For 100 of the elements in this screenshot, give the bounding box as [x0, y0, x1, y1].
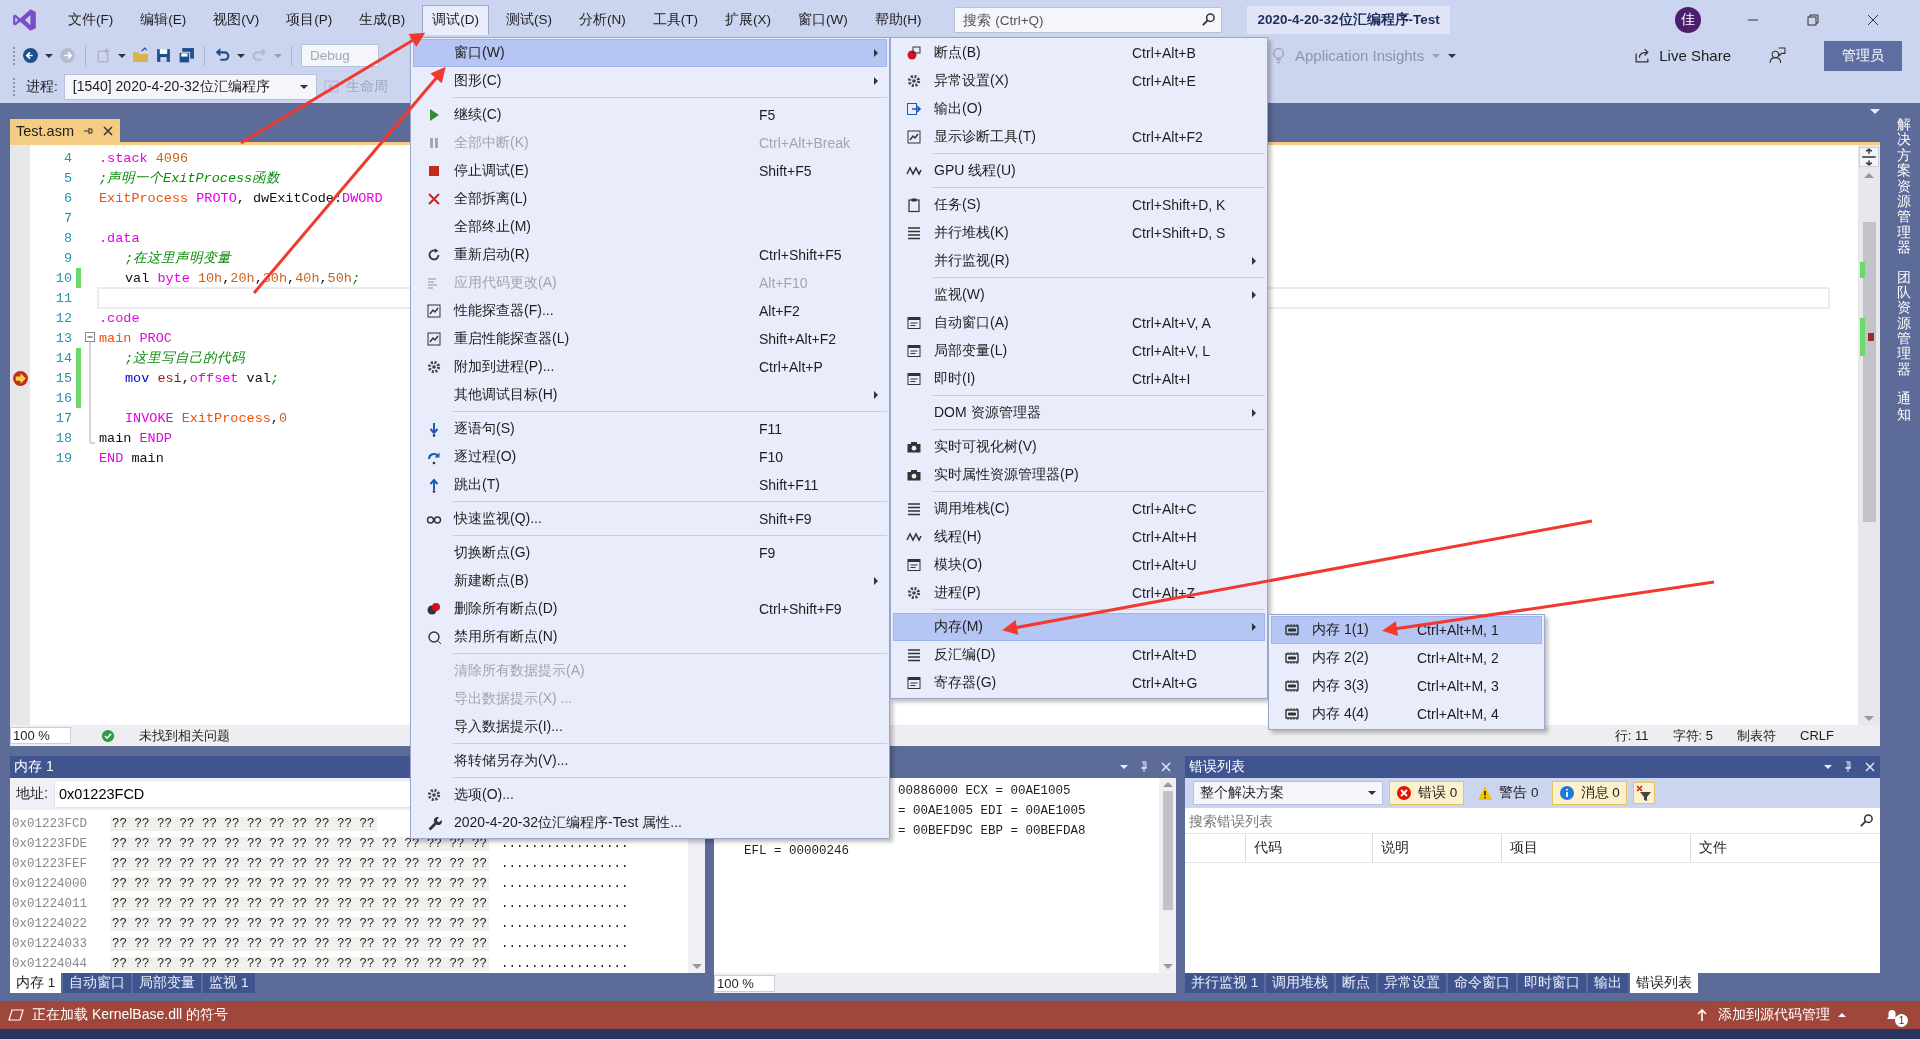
menu-item[interactable]: 2020-4-20-32位汇编程序-Test 属性... [413, 809, 887, 837]
menu-item[interactable]: 即时(I) Ctrl+Alt+I [893, 365, 1265, 393]
feedback-icon[interactable] [1769, 47, 1786, 64]
scope-dropdown[interactable]: 整个解决方案 [1193, 781, 1383, 805]
pin-icon[interactable] [1138, 761, 1150, 773]
filter-toggle[interactable]: 错误 0 [1389, 781, 1465, 805]
menu-item[interactable]: 文件(F) [58, 5, 124, 35]
panel-tab[interactable]: 输出 [1588, 973, 1629, 993]
menu-item[interactable]: 逐语句(S) F11 [413, 415, 887, 443]
side-tab[interactable]: 通知 [1897, 391, 1911, 423]
menu-item[interactable]: 其他调试目标(H) [413, 381, 887, 409]
menu-item[interactable]: 自动窗口(A) Ctrl+Alt+V, A [893, 309, 1265, 337]
menu-item[interactable]: 逐过程(O) F10 [413, 443, 887, 471]
column-header[interactable]: 文件 [1691, 834, 1880, 862]
menu-item[interactable]: 图形(C) [413, 67, 887, 95]
panel-tab[interactable]: 错误列表 [1630, 973, 1699, 993]
menu-item[interactable]: 输出(O) [893, 95, 1265, 123]
menu-item[interactable]: 跳出(T) Shift+F11 [413, 471, 887, 499]
menu-item[interactable]: 附加到进程(P)... Ctrl+Alt+P [413, 353, 887, 381]
back-icon[interactable] [22, 47, 39, 64]
menu-item[interactable]: 扩展(X) [715, 5, 781, 35]
menu-item[interactable]: 寄存器(G) Ctrl+Alt+G [893, 669, 1265, 697]
source-control-button[interactable]: 添加到源代码管理 [1718, 1006, 1830, 1024]
caret-icon[interactable] [118, 53, 126, 58]
filter-toggle[interactable]: 消息 0 [1551, 781, 1627, 805]
menu-item[interactable]: 内存(M) [893, 613, 1265, 641]
panel-tab[interactable]: 断点 [1336, 973, 1377, 993]
menu-item[interactable]: 任务(S) Ctrl+Shift+D, K [893, 191, 1265, 219]
filter-toggle[interactable]: 警告 0 [1470, 781, 1546, 805]
menu-item[interactable]: 工具(T) [642, 5, 708, 35]
split-icon[interactable] [1859, 147, 1879, 167]
panel-tab[interactable]: 命令窗口 [1448, 973, 1517, 993]
menu-item[interactable]: 调试(D) [422, 5, 489, 35]
account-avatar[interactable]: 佳 [1674, 7, 1701, 33]
menu-item[interactable]: 性能探查器(F)... Alt+F2 [413, 297, 887, 325]
menu-item[interactable]: 编辑(E) [130, 5, 197, 35]
menu-item[interactable]: 显示诊断工具(T) Ctrl+Alt+F2 [893, 123, 1265, 151]
menu-item[interactable]: 新建断点(B) [413, 567, 887, 595]
menu-item[interactable]: 异常设置(X) Ctrl+Alt+E [893, 67, 1265, 95]
line-ending[interactable]: CRLF [1800, 728, 1834, 743]
live-share-button[interactable]: Live Share [1659, 47, 1731, 64]
menu-item[interactable]: 测试(S) [496, 5, 562, 35]
menu-item[interactable]: 窗口(W) [413, 39, 887, 67]
panel-tab[interactable]: 内存 1 [10, 973, 62, 993]
menu-item[interactable]: 断点(B) Ctrl+Alt+B [893, 39, 1265, 67]
menu-item[interactable]: 实时属性资源管理器(P) [893, 461, 1265, 489]
menu-item[interactable]: 并行堆栈(K) Ctrl+Shift+D, S [893, 219, 1265, 247]
column-header[interactable]: 代码 [1246, 834, 1373, 862]
menu-item[interactable]: 停止调试(E) Shift+F5 [413, 157, 887, 185]
menu-item[interactable]: 局部变量(L) Ctrl+Alt+V, L [893, 337, 1265, 365]
vertical-scrollbar[interactable] [1159, 778, 1176, 973]
menu-item[interactable]: 调用堆栈(C) Ctrl+Alt+C [893, 495, 1265, 523]
menu-item[interactable]: 全部终止(M) [413, 213, 887, 241]
menu-item[interactable]: 反汇编(D) Ctrl+Alt+D [893, 641, 1265, 669]
menu-item[interactable]: 内存 3(3) Ctrl+Alt+M, 3 [1271, 672, 1542, 700]
panel-tab[interactable]: 局部变量 [133, 973, 202, 993]
restore-icon[interactable] [1804, 12, 1821, 28]
menu-item[interactable]: 生成(B) [349, 5, 416, 35]
vertical-scrollbar[interactable] [1858, 145, 1880, 725]
undo-icon[interactable] [214, 47, 231, 64]
column-header[interactable]: 说明 [1373, 834, 1502, 862]
menu-item[interactable]: 分析(N) [569, 5, 636, 35]
indent-mode[interactable]: 制表符 [1737, 726, 1777, 745]
menu-item[interactable]: 重新启动(R) Ctrl+Shift+F5 [413, 241, 887, 269]
menu-item[interactable]: 监视(W) [893, 281, 1265, 309]
menu-item[interactable]: 实时可视化树(V) [893, 433, 1265, 461]
menu-item[interactable]: 视图(V) [203, 5, 270, 35]
caret-icon[interactable] [299, 84, 308, 89]
menu-item[interactable]: 内存 4(4) Ctrl+Alt+M, 4 [1271, 700, 1542, 728]
panel-tab[interactable]: 异常设置 [1378, 973, 1447, 993]
save-all-icon[interactable] [178, 47, 195, 64]
menu-item[interactable]: GPU 线程(U) [893, 157, 1265, 185]
menu-item[interactable]: 线程(H) Ctrl+Alt+H [893, 523, 1265, 551]
caret-icon[interactable] [237, 53, 245, 58]
menu-item[interactable]: 进程(P) Ctrl+Alt+Z [893, 579, 1265, 607]
menu-item[interactable]: DOM 资源管理器 [893, 399, 1265, 427]
filter-icon[interactable] [1632, 782, 1655, 804]
side-tab[interactable]: 解决方案资源管理器 [1897, 117, 1911, 256]
search-field[interactable]: 搜索错误列表 [1185, 808, 1880, 834]
panel-tab[interactable]: 即时窗口 [1518, 973, 1587, 993]
save-icon[interactable] [155, 47, 172, 64]
column-header[interactable]: 项目 [1502, 834, 1691, 862]
menu-item[interactable]: 重启性能探查器(L) Shift+Alt+F2 [413, 325, 887, 353]
document-tab[interactable]: Test.asm [10, 119, 120, 142]
menu-item[interactable]: 窗口(W) [788, 5, 858, 35]
panel-tab[interactable]: 自动窗口 [63, 973, 132, 993]
side-tab[interactable]: 团队资源管理器 [1897, 269, 1911, 378]
panel-tab[interactable]: 并行监视 1 [1185, 973, 1265, 993]
menu-item[interactable]: 内存 2(2) Ctrl+Alt+M, 2 [1271, 644, 1542, 672]
menu-item[interactable]: 全部拆离(L) [413, 185, 887, 213]
menu-item[interactable]: 模块(O) Ctrl+Alt+U [893, 551, 1265, 579]
menu-item[interactable]: 项目(P) [276, 5, 343, 35]
menu-item[interactable]: 继续(C) F5 [413, 101, 887, 129]
process-dropdown[interactable]: [1540] 2020-4-20-32位汇编程序 [63, 73, 317, 100]
menu-item[interactable]: 导入数据提示(I)... [413, 713, 887, 741]
menu-item[interactable]: 将转储另存为(V)... [413, 747, 887, 775]
issues-status[interactable]: 未找到相关问题 [138, 726, 230, 745]
menu-item[interactable]: 快速监视(Q)... Shift+F9 [413, 505, 887, 533]
close-icon[interactable] [102, 124, 114, 137]
search-field[interactable]: 搜索 (Ctrl+Q) [954, 7, 1223, 33]
